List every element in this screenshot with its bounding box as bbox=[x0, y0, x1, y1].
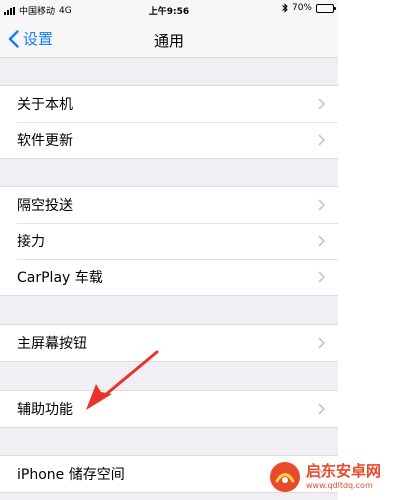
chevron-right-icon bbox=[318, 98, 325, 110]
settings-item-airdrop[interactable]: 隔空投送 bbox=[0, 187, 338, 223]
settings-group-accessibility: 辅助功能 bbox=[0, 390, 338, 428]
watermark: 启东安卓网 www.qdltdq.com bbox=[268, 459, 400, 495]
settings-group-connectivity: 隔空投送 接力 CarPlay 车载 bbox=[0, 186, 338, 296]
chevron-right-icon bbox=[318, 271, 325, 283]
watermark-url: www.qdltdq.com bbox=[306, 481, 373, 490]
settings-item-label: CarPlay 车载 bbox=[17, 270, 103, 286]
settings-item-home-button[interactable]: 主屏幕按钮 bbox=[0, 325, 338, 361]
page-margin bbox=[338, 0, 400, 500]
chevron-right-icon bbox=[318, 403, 325, 415]
settings-item-handoff[interactable]: 接力 bbox=[0, 223, 338, 259]
chevron-right-icon bbox=[318, 134, 325, 146]
navigation-bar: 设置 通用 bbox=[0, 20, 338, 58]
settings-item-label: 隔空投送 bbox=[17, 198, 73, 214]
status-bar: 中国移动 4G 上午9:56 70% bbox=[0, 0, 338, 20]
settings-item-about[interactable]: 关于本机 bbox=[0, 86, 338, 122]
bluetooth-icon bbox=[282, 3, 288, 13]
chevron-right-icon bbox=[318, 235, 325, 247]
chevron-right-icon bbox=[318, 199, 325, 211]
watermark-brand: 启东安卓网 bbox=[306, 462, 382, 480]
settings-screen: 中国移动 4G 上午9:56 70% 设置 通用 关于本机 软件更新 隔空投送 … bbox=[0, 0, 338, 500]
page-title: 通用 bbox=[153, 32, 184, 50]
settings-item-label: 软件更新 bbox=[17, 133, 73, 149]
settings-item-label: 关于本机 bbox=[17, 97, 73, 113]
chevron-right-icon bbox=[318, 337, 325, 349]
status-right: 70% bbox=[282, 3, 336, 13]
settings-group-home-button: 主屏幕按钮 bbox=[0, 324, 338, 362]
settings-item-label: iPhone 储存空间 bbox=[17, 467, 125, 483]
settings-item-label: 辅助功能 bbox=[17, 402, 73, 418]
watermark-logo-icon bbox=[270, 462, 300, 492]
settings-item-label: 主屏幕按钮 bbox=[17, 336, 87, 352]
settings-item-software-update[interactable]: 软件更新 bbox=[0, 122, 338, 158]
settings-item-accessibility[interactable]: 辅助功能 bbox=[0, 391, 338, 427]
settings-group-about: 关于本机 软件更新 bbox=[0, 85, 338, 159]
settings-item-carplay[interactable]: CarPlay 车载 bbox=[0, 259, 338, 295]
battery-percent: 70% bbox=[291, 3, 312, 13]
watermark-text: 启东安卓网 www.qdltdq.com bbox=[306, 464, 381, 490]
battery-icon bbox=[316, 3, 336, 13]
settings-item-label: 接力 bbox=[17, 234, 45, 250]
